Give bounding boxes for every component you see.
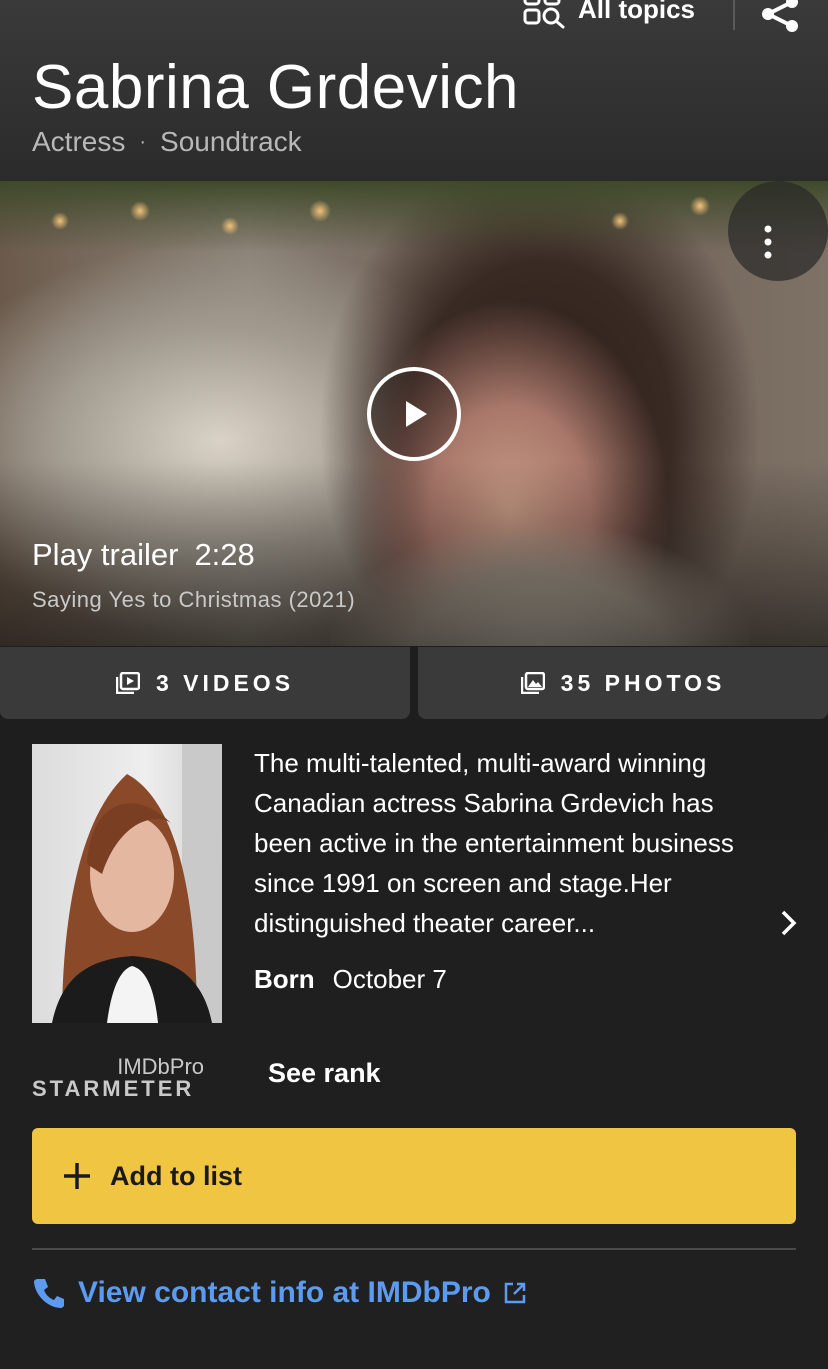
- plus-icon: [64, 1163, 90, 1189]
- starmeter-label: STARMETER: [32, 1076, 195, 1101]
- all-topics-button[interactable]: All topics: [522, 0, 695, 30]
- share-icon[interactable]: [758, 0, 802, 34]
- see-rank-link[interactable]: See rank: [268, 1058, 381, 1089]
- hero-background-lights: [0, 181, 828, 251]
- starmeter-badge: IMDbPro STARMETER: [32, 1054, 212, 1102]
- external-link-icon: [504, 1282, 526, 1304]
- role-separator: ·: [139, 130, 147, 153]
- chevron-right-icon[interactable]: [778, 908, 800, 938]
- photos-label: 35 PHOTOS: [560, 669, 726, 696]
- top-bar: All topics: [0, 0, 828, 40]
- born-line: Born October 7: [254, 964, 447, 995]
- born-label: Born: [254, 964, 315, 994]
- role-soundtrack: Soundtrack: [160, 126, 302, 157]
- play-trailer-label: Play trailer: [32, 537, 179, 572]
- born-date: October 7: [332, 964, 447, 994]
- play-trailer-line[interactable]: Play trailer 2:28: [32, 537, 255, 573]
- trailer-hero[interactable]: Play trailer 2:28 Saying Yes to Christma…: [0, 181, 828, 646]
- more-options-button[interactable]: [728, 181, 828, 281]
- roles-line: Actress · Soundtrack: [32, 126, 302, 158]
- photo-library-icon: [520, 672, 545, 694]
- trailer-title: Saying Yes to Christmas (2021): [32, 587, 356, 612]
- section-divider: [32, 1248, 796, 1250]
- more-vertical-icon: [764, 225, 772, 259]
- phone-icon: [34, 1279, 64, 1308]
- videos-button[interactable]: 3 VIDEOS: [0, 647, 410, 719]
- play-trailer-button[interactable]: [367, 367, 461, 461]
- photos-button[interactable]: 35 PHOTOS: [418, 647, 828, 719]
- videos-label: 3 VIDEOS: [155, 669, 295, 696]
- role-actress: Actress: [32, 126, 126, 157]
- contact-info-label: View contact info at IMDbPro: [78, 1276, 491, 1309]
- video-library-icon: [115, 672, 140, 694]
- bio-summary[interactable]: The multi-talented, multi-award winning …: [254, 743, 774, 943]
- add-to-list-label: Add to list: [110, 1160, 242, 1191]
- trailer-duration: 2:28: [194, 537, 255, 572]
- play-icon: [406, 401, 427, 427]
- all-topics-label: All topics: [578, 0, 696, 24]
- add-to-list-button[interactable]: Add to list: [32, 1128, 796, 1224]
- profile-photo[interactable]: [32, 744, 222, 1023]
- topbar-divider: [733, 0, 735, 30]
- profile-photo-portrait: [52, 744, 222, 1023]
- page-title: Sabrina Grdevich: [32, 53, 520, 122]
- grid-search-icon: [523, 0, 565, 29]
- contact-info-link[interactable]: View contact info at IMDbPro: [32, 1276, 527, 1310]
